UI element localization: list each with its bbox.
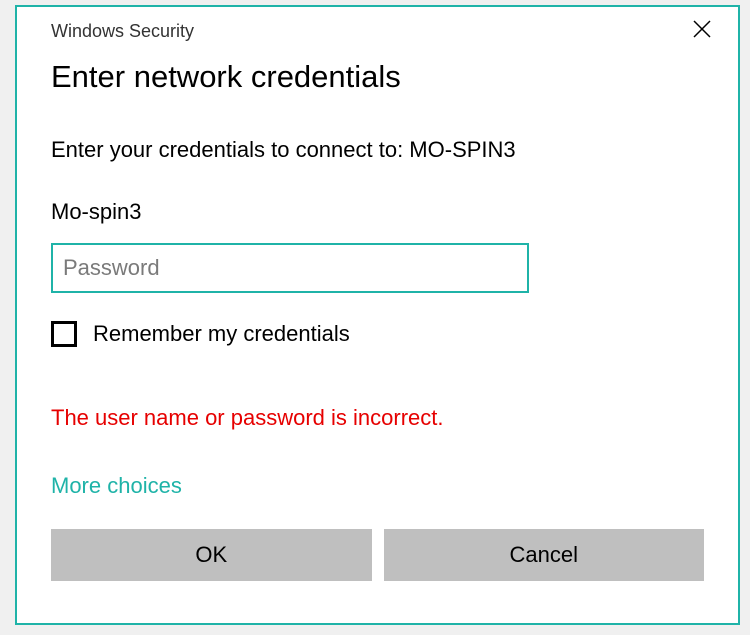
dialog-content: Enter network credentials Enter your cre…: [17, 45, 738, 581]
remember-checkbox[interactable]: [51, 321, 77, 347]
cancel-button[interactable]: Cancel: [384, 529, 705, 581]
error-message: The user name or password is incorrect.: [51, 405, 704, 431]
credentials-dialog: Windows Security Enter network credentia…: [15, 5, 740, 625]
window-title: Windows Security: [51, 21, 194, 42]
close-icon: [692, 19, 712, 39]
more-choices-link[interactable]: More choices: [51, 473, 182, 499]
password-input[interactable]: [51, 243, 529, 293]
username-label: Mo-spin3: [51, 199, 704, 225]
button-row: OK Cancel: [51, 529, 704, 581]
instruction-text: Enter your credentials to connect to: MO…: [51, 137, 704, 163]
ok-button[interactable]: OK: [51, 529, 372, 581]
remember-label: Remember my credentials: [93, 321, 350, 347]
remember-credentials-row[interactable]: Remember my credentials: [51, 321, 704, 347]
close-button[interactable]: [684, 15, 720, 43]
dialog-header: Windows Security: [17, 7, 738, 45]
dialog-heading: Enter network credentials: [51, 59, 704, 95]
